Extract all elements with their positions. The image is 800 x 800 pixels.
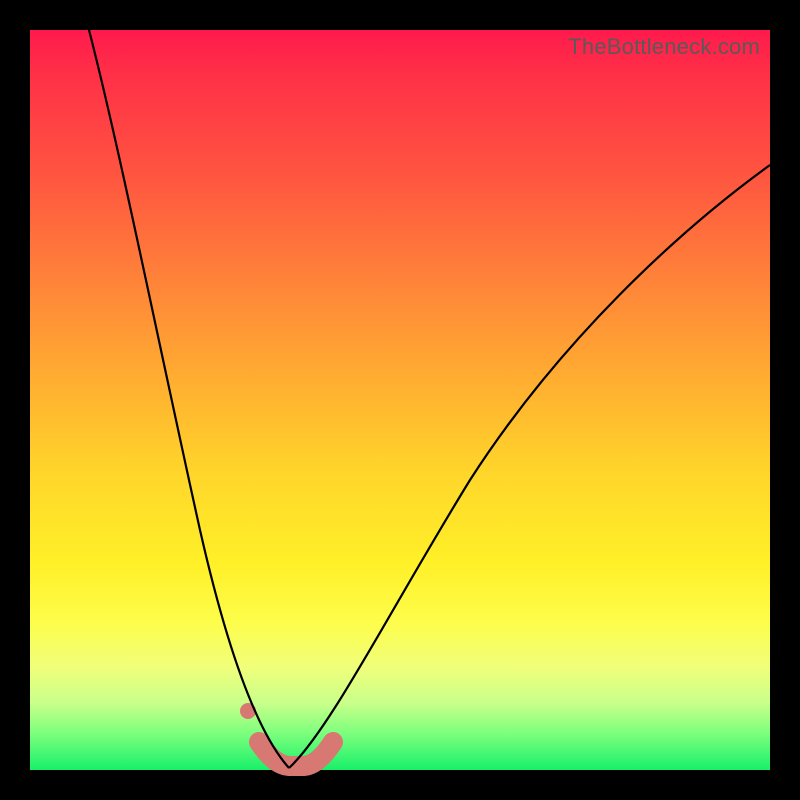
plot-area: TheBottleneck.com: [30, 30, 770, 770]
left-branch: [89, 30, 289, 768]
chart-frame: TheBottleneck.com: [0, 0, 800, 800]
curve-svg: [30, 30, 770, 770]
right-branch: [289, 165, 770, 768]
